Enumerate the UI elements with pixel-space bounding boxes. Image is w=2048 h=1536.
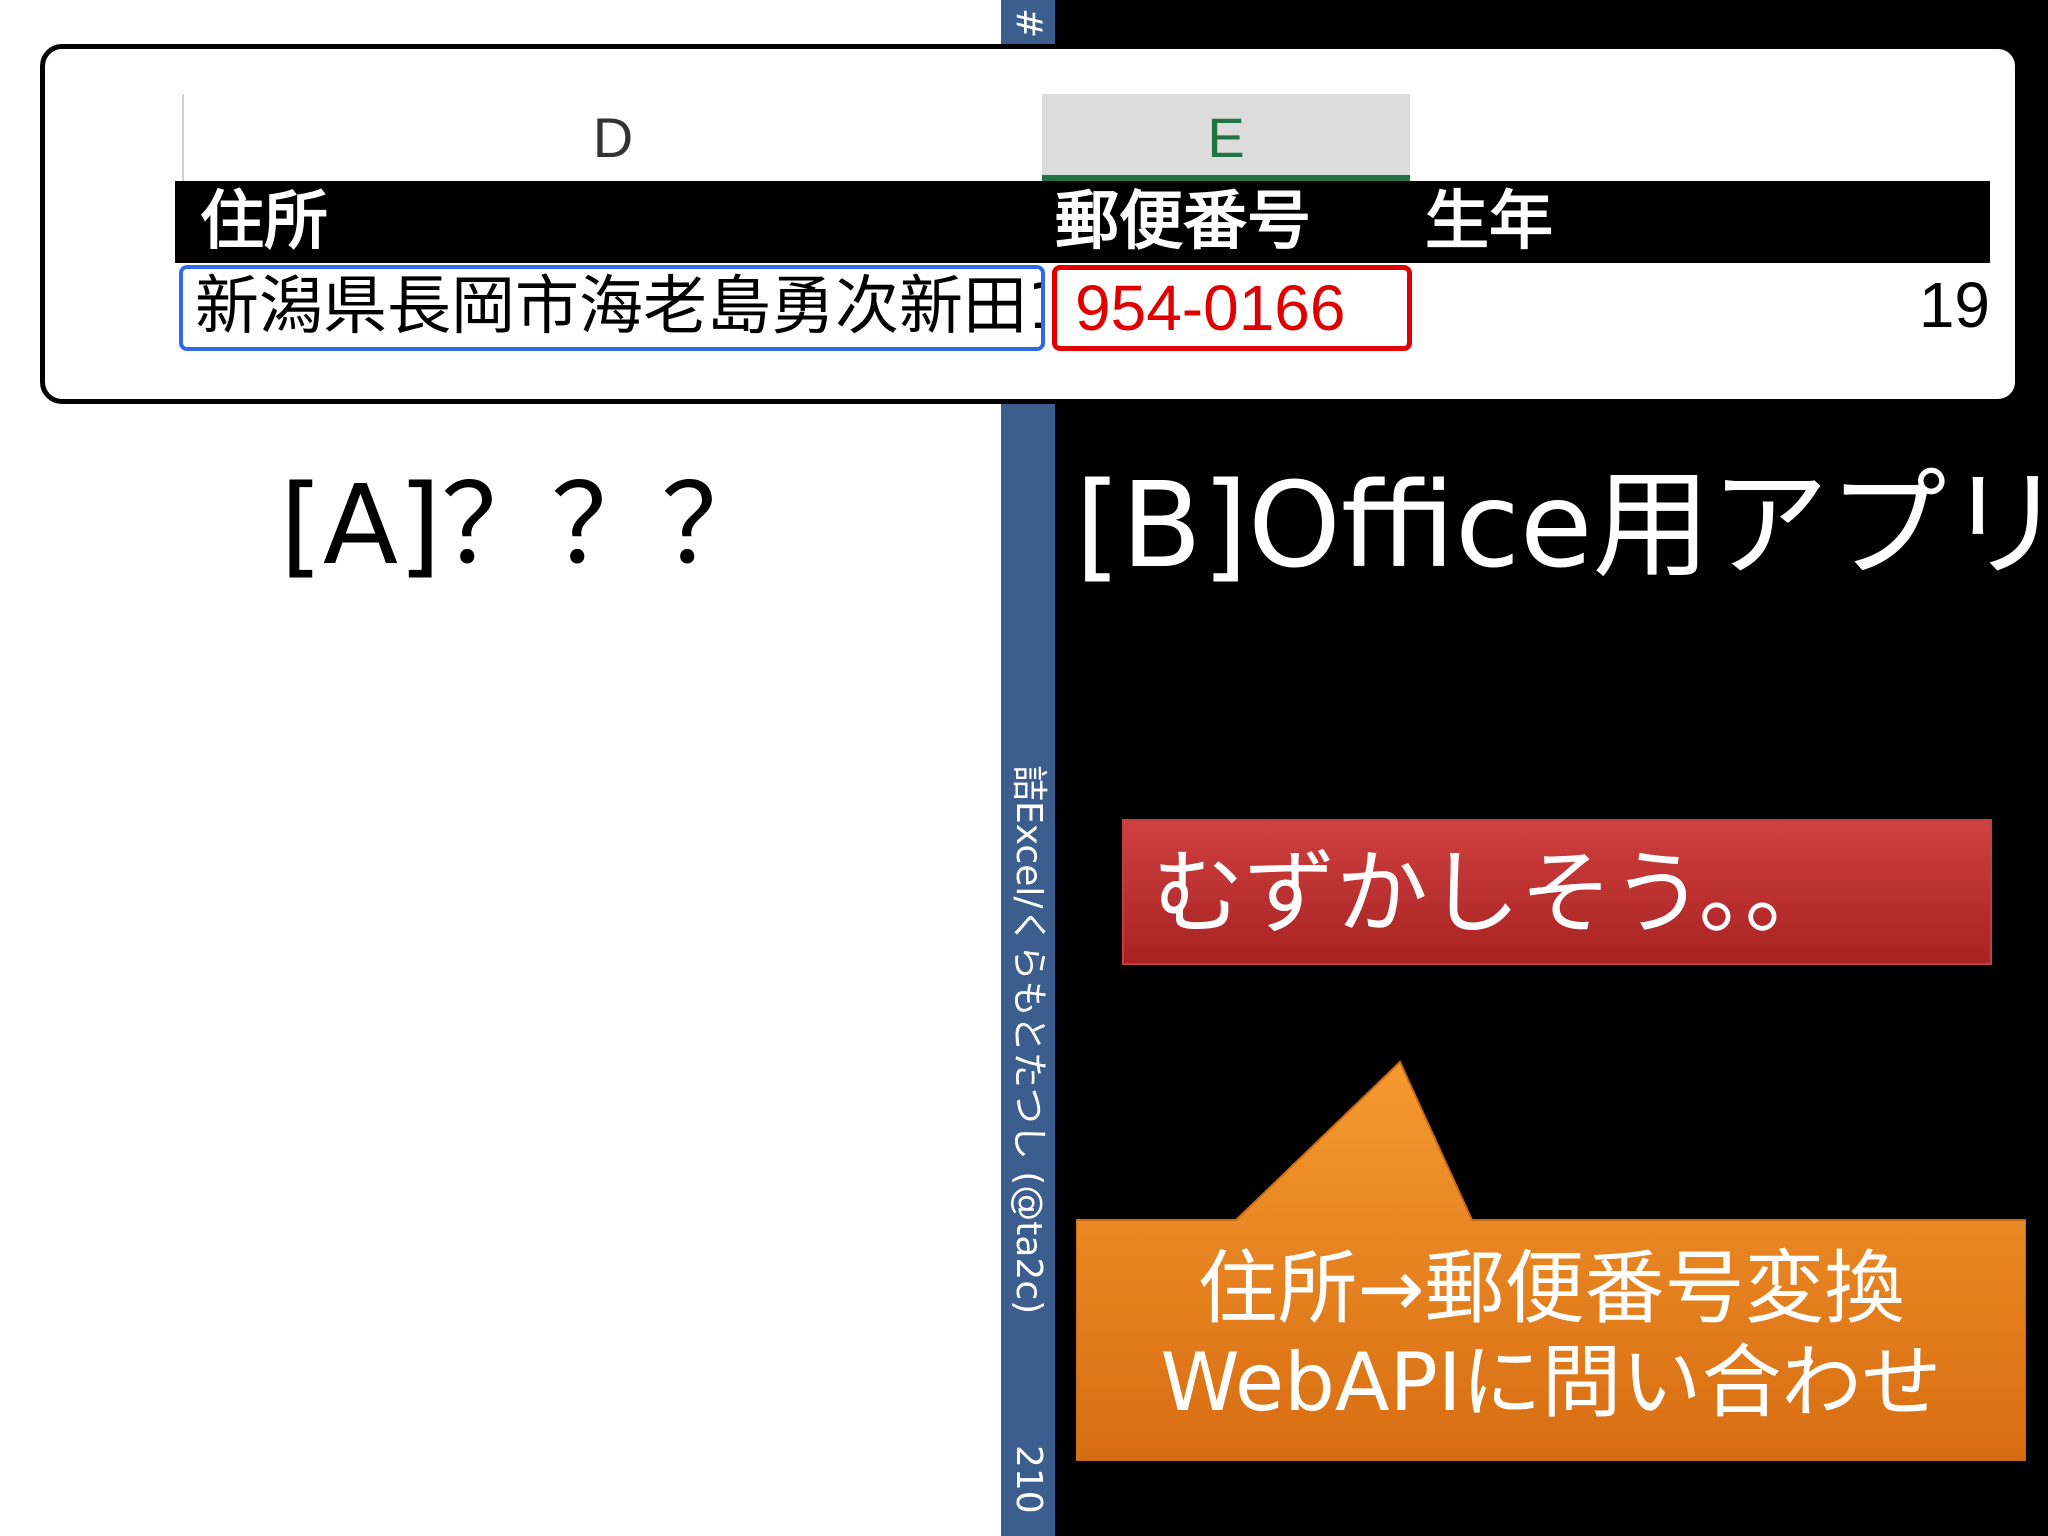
table-row: 新潟県長岡市海老島勇次新田119 954-0166 19: [175, 263, 1990, 353]
speech-bubble-line-2: WebAPIに問い合わせ: [1160, 1336, 1942, 1429]
option-a-label: [A]？？？: [280, 461, 772, 589]
speech-bubble: 住所→郵便番号変換 WebAPIに問い合わせ: [1076, 1060, 2026, 1462]
cell-birth[interactable]: 19: [1425, 265, 1990, 351]
speech-bubble-line-1: 住所→郵便番号変換: [1197, 1242, 1905, 1335]
header-cell-postal[interactable]: 郵便番号: [1055, 181, 1415, 263]
header-cell-address[interactable]: 住所: [200, 181, 1030, 263]
divider-top-text: #: [1008, 8, 1049, 39]
header-cell-birth[interactable]: 生年: [1425, 181, 1985, 263]
column-header-d[interactable]: D: [182, 94, 1042, 181]
header-row: 住所 郵便番号 生年: [175, 181, 1990, 263]
column-header-e[interactable]: E: [1042, 94, 1410, 181]
page-number: 210: [1008, 1445, 1049, 1514]
difficulty-callout: むずかしそう。。: [1122, 819, 1992, 965]
option-b-label: [B]Office用アプリ: [1075, 456, 2048, 594]
speech-bubble-text: 住所→郵便番号変換 WebAPIに問い合わせ: [1076, 1242, 2026, 1430]
spreadsheet-panel: D E 住所 郵便番号 生年 新潟県長岡市海老島勇次新田119 954-0166…: [40, 44, 2020, 404]
cell-address[interactable]: 新潟県長岡市海老島勇次新田119: [179, 265, 1045, 351]
author-credit: 詰Excel/くらもとたつし (@ta2c): [1008, 765, 1049, 1315]
cell-postal-code[interactable]: 954-0166: [1052, 265, 1412, 351]
